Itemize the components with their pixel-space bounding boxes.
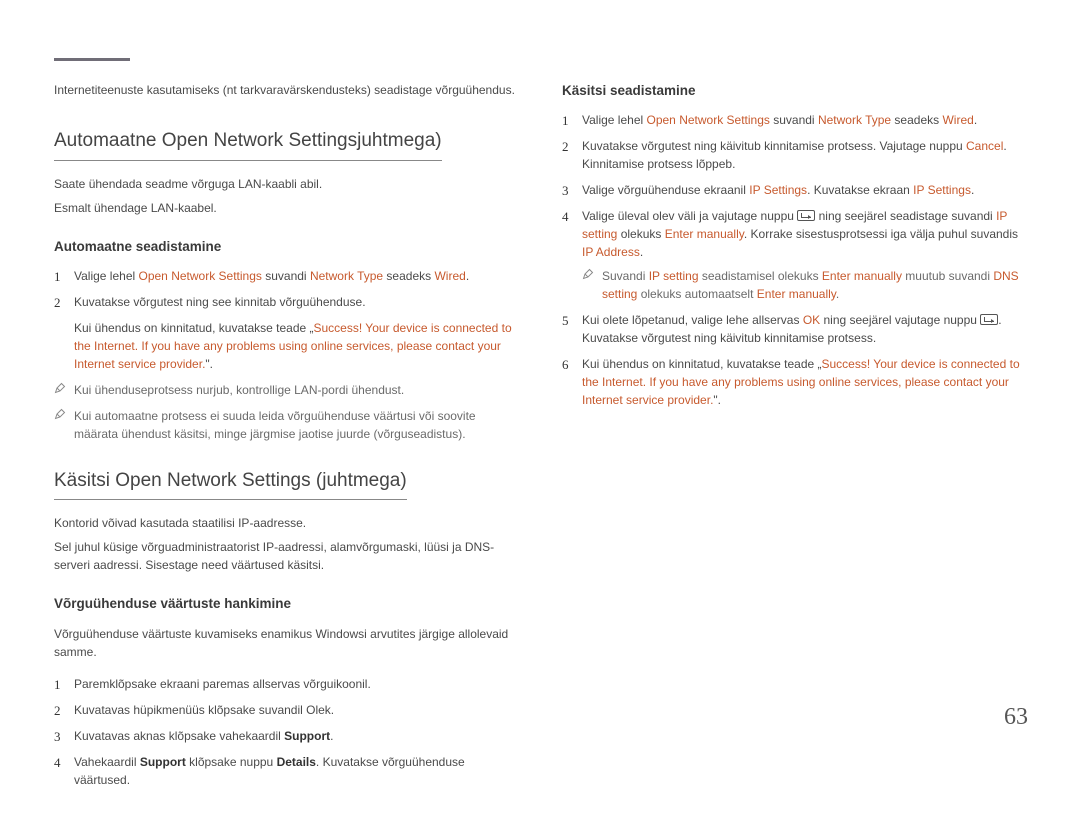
values-step-4: 4Vahekaardil Support klõpsake nuppu Deta… [54,753,520,789]
auto-p1: Saate ühendada seadme võrguga LAN-kaabli… [54,175,520,193]
step-number: 6 [562,355,569,375]
auto-steps: 1 Valige lehel Open Network Settings suv… [54,267,520,311]
manual-step-2: 2 Kuvatakse võrgutest ning käivitub kinn… [562,137,1028,173]
auto-step-2: 2 Kuvatakse võrgutest ning see kinnitab … [54,293,520,311]
values-step-1: 1Paremklõpsake ekraani paremas allservas… [54,675,520,693]
step-number: 1 [54,267,61,287]
auto-sub-heading: Automaatne seadistamine [54,237,520,257]
header-divider [54,58,130,61]
auto-step-1: 1 Valige lehel Open Network Settings suv… [54,267,520,285]
auto-note-2: Kui automaatne protsess ei suuda leida v… [54,407,520,443]
step-number: 3 [562,181,569,201]
manual-p1: Kontorid võivad kasutada staatilisi IP-a… [54,514,520,532]
auto-p2: Esmalt ühendage LAN-kaabel. [54,199,520,217]
values-steps: 1Paremklõpsake ekraani paremas allservas… [54,675,520,789]
content-columns: Internetiteenuste kasutamiseks (nt tarkv… [54,81,1028,813]
manual-step-3: 3 Valige võrguühenduse ekraanil IP Setti… [562,181,1028,199]
enter-icon [797,210,815,221]
manual-step-4: 4 Valige üleval olev väli ja vajutage nu… [562,207,1028,303]
auto-heading: Automaatne Open Network Settingsjuhtmega… [54,127,442,161]
step-number: 2 [562,137,569,157]
values-step-3: 3Kuvatavas aknas klõpsake vahekaardil Su… [54,727,520,745]
values-step-2: 2Kuvatavas hüpikmenüüs klõpsake suvandil… [54,701,520,719]
step-number: 4 [562,207,569,227]
manual-step-1: 1 Valige lehel Open Network Settings suv… [562,111,1028,129]
pencil-icon [54,382,66,394]
manual-setup-steps: 1 Valige lehel Open Network Settings suv… [562,111,1028,409]
step-number: 2 [54,293,61,313]
manual-setup-heading: Käsitsi seadistamine [562,81,1028,101]
step-number: 3 [54,727,61,747]
page-number: 63 [1004,699,1028,735]
step-number: 4 [54,753,61,773]
auto-section: Automaatne Open Network Settingsjuhtmega… [54,127,520,443]
enter-icon [980,314,998,325]
step-number: 2 [54,701,61,721]
values-intro: Võrguühenduse väärtuste kuvamiseks enami… [54,625,520,661]
auto-note-1: Kui ühenduseprotsess nurjub, kontrollige… [54,381,520,399]
right-column: Käsitsi seadistamine 1 Valige lehel Open… [562,81,1028,813]
intro-text: Internetiteenuste kasutamiseks (nt tarkv… [54,81,520,99]
step-number: 5 [562,311,569,331]
values-sub-heading: Võrguühenduse väärtuste hankimine [54,594,520,614]
manual-step-4-note: Suvandi IP setting seadistamisel olekuks… [582,267,1028,303]
manual-section: Käsitsi Open Network Settings (juhtmega)… [54,467,520,789]
manual-heading: Käsitsi Open Network Settings (juhtmega) [54,467,407,501]
manual-p2: Sel juhul küsige võrguadministraatorist … [54,538,520,574]
pencil-icon [54,408,66,420]
manual-step-6: 6 Kui ühendus on kinnitatud, kuvatakse t… [562,355,1028,409]
step-number: 1 [54,675,61,695]
pencil-icon [582,268,594,280]
manual-step-5: 5 Kui olete lõpetanud, valige lehe allse… [562,311,1028,347]
left-column: Internetiteenuste kasutamiseks (nt tarkv… [54,81,520,813]
step-number: 1 [562,111,569,131]
auto-step-2-followup: Kui ühendus on kinnitatud, kuvatakse tea… [54,319,520,373]
